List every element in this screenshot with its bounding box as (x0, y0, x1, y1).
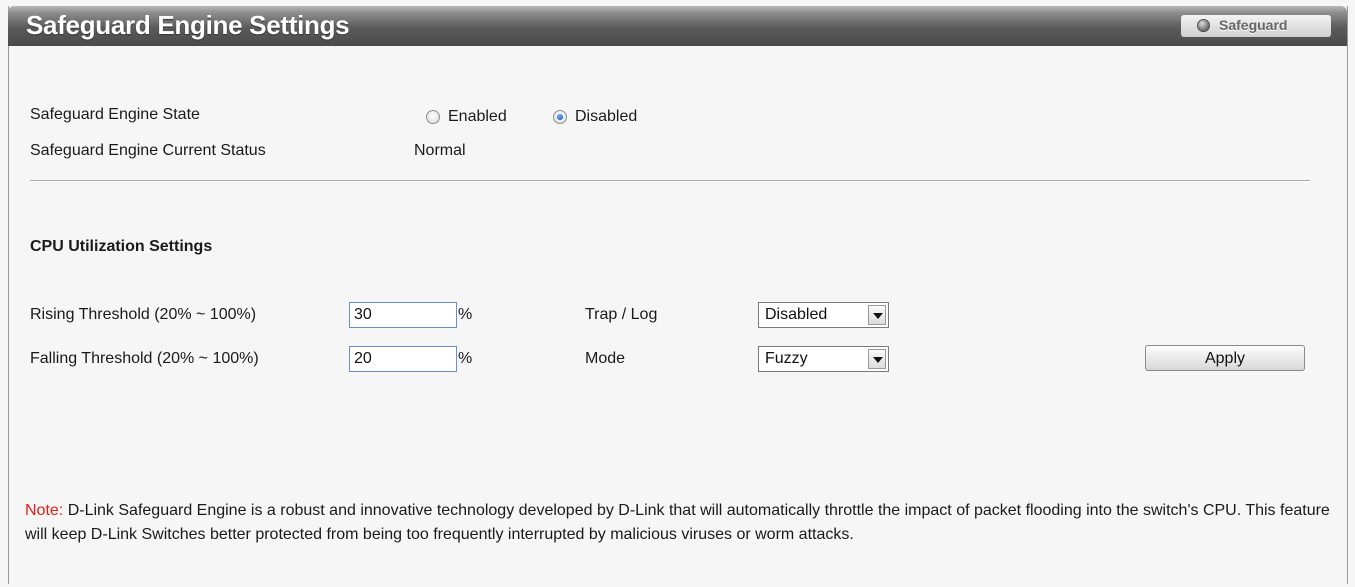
engine-state-label: Safeguard Engine State (30, 106, 200, 123)
title-bar: Safeguard Engine Settings Safeguard (8, 6, 1347, 46)
note-text: D-Link Safeguard Engine is a robust and … (25, 502, 1330, 543)
engine-status-label: Safeguard Engine Current Status (30, 142, 266, 159)
safeguard-indicator: Safeguard (1181, 15, 1331, 37)
note-prefix: Note: (25, 502, 64, 519)
cpu-section-title: CPU Utilization Settings (30, 238, 213, 255)
disabled-radio[interactable] (553, 110, 567, 124)
rising-unit-label: % (458, 306, 473, 323)
engine-status-value: Normal (414, 142, 466, 159)
rising-threshold-input[interactable] (349, 302, 457, 328)
mode-selected-value: Fuzzy (765, 350, 808, 367)
section-divider (30, 180, 1310, 182)
mode-label: Mode (585, 350, 626, 367)
content-panel (8, 6, 1348, 584)
enabled-radio-label[interactable]: Enabled (448, 108, 507, 126)
note-paragraph: Note: D-Link Safeguard Engine is a robus… (25, 499, 1335, 547)
dropdown-arrow-icon[interactable] (868, 305, 886, 325)
mode-select[interactable]: Fuzzy (758, 346, 889, 372)
safeguard-indicator-label: Safeguard (1219, 17, 1288, 33)
falling-threshold-input[interactable] (349, 346, 457, 372)
status-dot-icon (1197, 19, 1210, 32)
falling-unit-label: % (458, 350, 473, 367)
trap-log-selected-value: Disabled (765, 306, 828, 323)
falling-threshold-label: Falling Threshold (20% ~ 100%) (30, 350, 259, 367)
apply-button[interactable]: Apply (1145, 345, 1305, 371)
page-title: Safeguard Engine Settings (26, 10, 350, 40)
trap-log-select[interactable]: Disabled (758, 302, 889, 328)
trap-log-label: Trap / Log (585, 306, 658, 323)
dropdown-arrow-icon[interactable] (868, 349, 886, 369)
rising-threshold-label: Rising Threshold (20% ~ 100%) (30, 306, 257, 323)
disabled-radio-label[interactable]: Disabled (575, 108, 637, 126)
enabled-radio[interactable] (426, 110, 440, 124)
